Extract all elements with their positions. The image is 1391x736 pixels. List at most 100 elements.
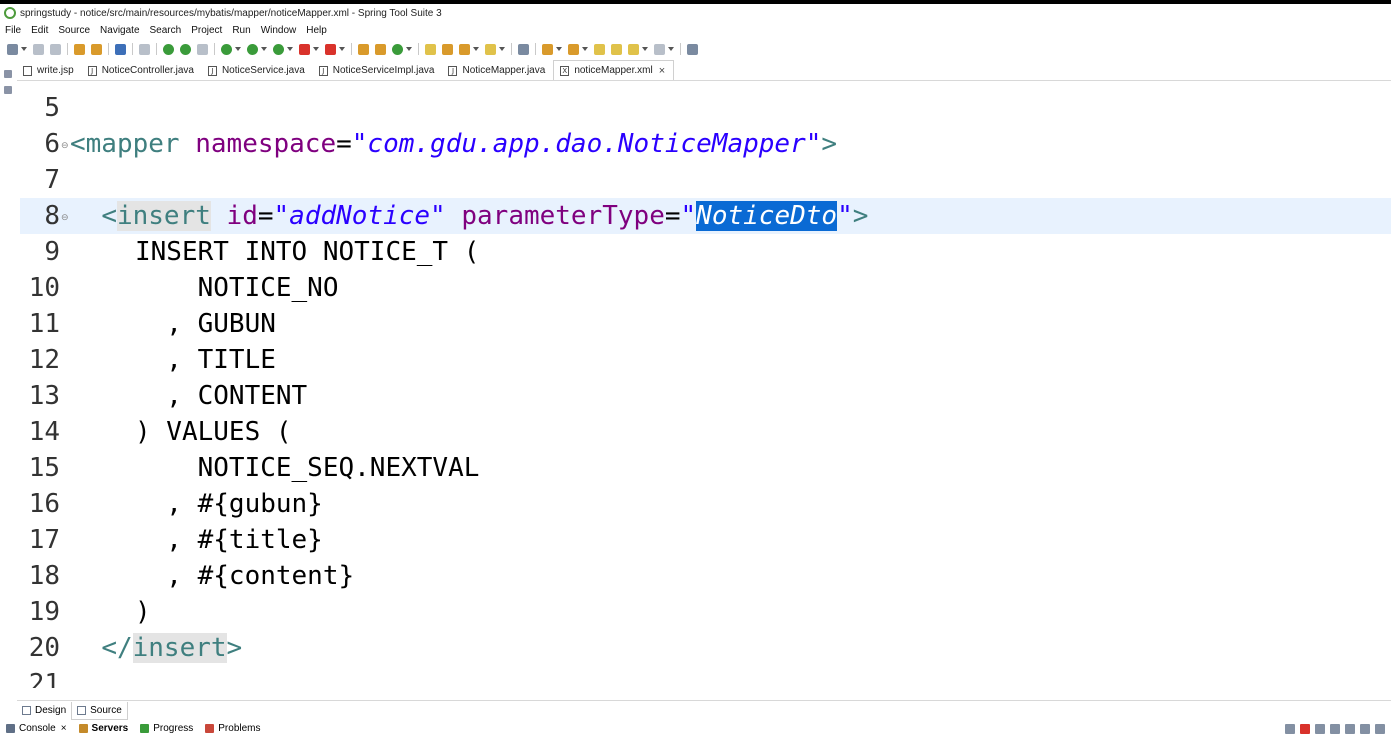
skip-icon[interactable] — [197, 43, 208, 55]
menu-window[interactable]: Window — [256, 25, 302, 36]
external-tools-dropdown-icon[interactable] — [339, 47, 345, 51]
tab-label: NoticeMapper.java — [462, 65, 546, 76]
package-icon[interactable] — [358, 43, 369, 55]
refresh-icon[interactable] — [180, 43, 191, 55]
forward-icon[interactable] — [654, 43, 665, 55]
disconnect-icon[interactable] — [1330, 724, 1340, 734]
open-task-icon[interactable] — [485, 43, 496, 55]
tab-write-jsp[interactable]: write.jsp — [17, 61, 82, 80]
menu-edit[interactable]: Edit — [26, 25, 53, 36]
menu-help[interactable]: Help — [301, 25, 332, 36]
tab-problems[interactable]: Problems — [199, 723, 266, 734]
tab-servers[interactable]: Servers — [73, 723, 135, 734]
xml-source-editor[interactable]: 5 6 ⊖ <mapper namespace="com.gdu.app.dao… — [20, 82, 1391, 688]
close-icon[interactable]: × — [61, 723, 67, 734]
tab-notice-mapper-xml[interactable]: X noticeMapper.xml × — [553, 60, 675, 80]
code-text: , #{title} — [135, 525, 323, 555]
code-line-11: 11 , GUBUN — [20, 306, 1391, 342]
fold-toggle-icon[interactable]: ⊖ — [61, 141, 69, 151]
tab-design[interactable]: Design — [17, 702, 71, 719]
line-number: 16 — [28, 489, 60, 519]
outline-view-icon[interactable] — [4, 86, 12, 94]
code-text: NOTICE_SEQ.NEXTVAL — [135, 453, 480, 483]
debug-dropdown-icon[interactable] — [287, 47, 293, 51]
tab-notice-service-java[interactable]: J NoticeService.java — [202, 61, 313, 80]
java-file-icon: J — [318, 65, 328, 76]
code-text: INSERT INTO NOTICE_T ( — [135, 237, 480, 267]
start-server-icon[interactable] — [163, 43, 174, 55]
save-all-icon[interactable] — [50, 43, 61, 55]
save-icon[interactable] — [33, 43, 44, 55]
boot-dropdown-icon[interactable] — [235, 47, 241, 51]
previous-annotation-icon[interactable] — [568, 43, 579, 55]
menu-navigate[interactable]: Navigate — [95, 25, 144, 36]
open-resource-icon[interactable] — [91, 43, 102, 55]
globe-icon[interactable] — [518, 43, 529, 55]
pencil-dropdown-icon[interactable] — [473, 47, 479, 51]
toolbar-separator — [418, 43, 419, 55]
menu-source[interactable]: Source — [53, 25, 95, 36]
code-line-19: 19 ) — [20, 594, 1391, 630]
menu-run[interactable]: Run — [227, 25, 255, 36]
code-line-8: 8 ⊖ <insert id="addNotice" parameterType… — [20, 198, 1391, 234]
start-server-icon[interactable] — [1285, 724, 1295, 734]
code-line-18: 18 , #{content} — [20, 558, 1391, 594]
minimized-view-icon[interactable] — [4, 70, 12, 78]
boot-dashboard-icon[interactable] — [221, 43, 232, 55]
open-type-icon[interactable] — [74, 43, 85, 55]
run-icon[interactable] — [247, 43, 258, 55]
stop-server-icon[interactable] — [1300, 724, 1310, 734]
terminal-icon[interactable] — [115, 43, 126, 55]
bottom-views-tabs: Console × Servers Progress Problems — [0, 720, 1391, 736]
view-menu-icon[interactable] — [1345, 724, 1355, 734]
maximize-icon[interactable] — [1375, 724, 1385, 734]
code-text: </insert> — [101, 633, 243, 663]
back-icon[interactable] — [628, 43, 639, 55]
open-folder-icon[interactable] — [425, 43, 436, 55]
code-text: ) — [135, 597, 151, 627]
back-dropdown-icon[interactable] — [642, 47, 648, 51]
run-dropdown-icon[interactable] — [261, 47, 267, 51]
new-spring-bean-icon[interactable] — [392, 43, 403, 55]
tab-source[interactable]: Source — [71, 701, 128, 720]
publish-icon[interactable] — [1315, 724, 1325, 734]
minimize-icon[interactable] — [1360, 724, 1370, 734]
tab-notice-mapper-java[interactable]: J NoticeMapper.java — [442, 61, 553, 80]
open-perspective-icon[interactable] — [687, 43, 698, 55]
open-file-icon[interactable] — [442, 43, 453, 55]
last-edit-location-icon[interactable] — [594, 43, 605, 55]
toggle-breakpoint-icon[interactable] — [139, 43, 150, 55]
xml-file-icon: X — [560, 65, 570, 76]
previous-annotation-dropdown-icon[interactable] — [582, 47, 588, 51]
tab-console[interactable]: Console × — [0, 723, 73, 734]
menu-search[interactable]: Search — [145, 25, 187, 36]
tab-notice-controller-java[interactable]: J NoticeController.java — [82, 61, 202, 80]
new-wizard-dropdown-icon[interactable] — [406, 47, 412, 51]
forward-dropdown-icon[interactable] — [668, 47, 674, 51]
java-file-icon: J — [207, 65, 217, 76]
spring-tool-suite-icon — [4, 7, 16, 19]
fold-toggle-icon[interactable]: ⊖ — [61, 213, 69, 223]
next-annotation-dropdown-icon[interactable] — [556, 47, 562, 51]
toolbar-separator — [351, 43, 352, 55]
editor-tab-bar: write.jsp J NoticeController.java J Noti… — [17, 60, 1391, 81]
new-icon[interactable] — [7, 43, 18, 55]
back-history-icon[interactable] — [611, 43, 622, 55]
new-java-class-icon[interactable] — [375, 43, 386, 55]
tab-progress[interactable]: Progress — [134, 723, 199, 734]
tab-notice-service-impl-java[interactable]: J NoticeServiceImpl.java — [313, 61, 443, 80]
close-icon[interactable]: × — [659, 65, 665, 77]
next-annotation-icon[interactable] — [542, 43, 553, 55]
stop-icon[interactable] — [299, 43, 310, 55]
stop-dropdown-icon[interactable] — [313, 47, 319, 51]
line-number: 19 — [28, 597, 60, 627]
task-dropdown-icon[interactable] — [499, 47, 505, 51]
new-dropdown-icon[interactable] — [21, 47, 27, 51]
tab-label: Design — [35, 705, 67, 716]
pencil-icon[interactable] — [459, 43, 470, 55]
external-tools-icon[interactable] — [325, 43, 336, 55]
problems-icon — [205, 723, 215, 733]
menu-file[interactable]: File — [0, 25, 26, 36]
menu-project[interactable]: Project — [186, 25, 227, 36]
debug-icon[interactable] — [273, 43, 284, 55]
